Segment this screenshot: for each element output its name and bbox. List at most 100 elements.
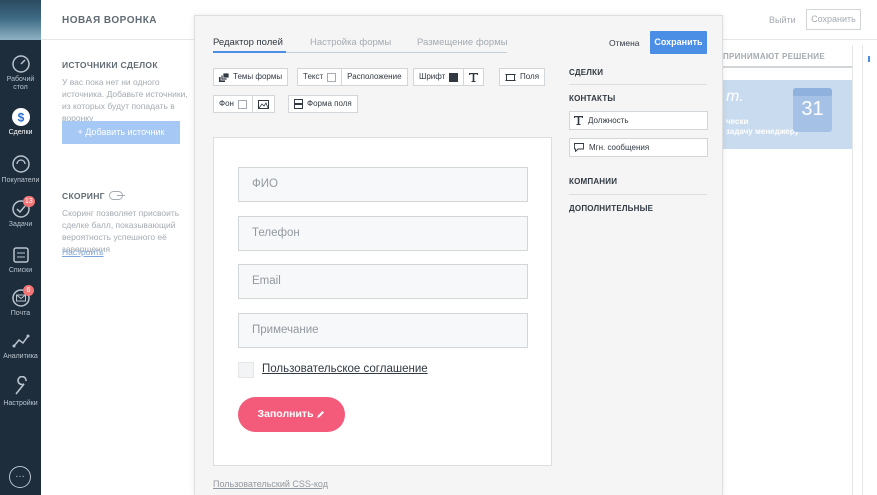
section-deals[interactable]: СДЕЛКИ (569, 68, 603, 77)
field-shape-button[interactable]: Форма поля (288, 95, 358, 113)
field-item-position[interactable]: Должность (569, 111, 708, 130)
promo-card-title: m. (726, 88, 744, 105)
tasks-badge: 13 (23, 196, 35, 207)
themes-button[interactable]: Темы формы (213, 68, 289, 86)
nav-label: Списки (8, 267, 33, 274)
tab-form-settings[interactable]: Настройка формы (310, 37, 391, 48)
nav-label: Почта (10, 310, 31, 317)
customers-icon (11, 155, 30, 173)
name-field[interactable]: ФИО (238, 167, 528, 202)
field-item-messengers[interactable]: Мгн. сообщения (569, 138, 708, 157)
background-label: Фон (219, 99, 234, 108)
phone-field[interactable]: Телефон (238, 216, 528, 251)
nav-item-mail[interactable]: 6 Почта (0, 285, 41, 318)
fields-label: Поля (520, 72, 540, 81)
next-column-marker (868, 56, 874, 62)
layout-label: Расположение (347, 72, 402, 81)
dashboard-icon (11, 55, 30, 73)
scoring-title: СКОРИНГ (62, 191, 105, 201)
chat-icon[interactable]: … (9, 466, 31, 488)
add-source-button[interactable]: + Добавить источник (62, 121, 180, 144)
svg-text:$: $ (17, 111, 24, 125)
decision-column-title: ПРИНИМАЮТ РЕШЕНИЕ (723, 52, 825, 61)
tab-form-placement[interactable]: Размещение формы (417, 37, 508, 48)
field-shape-label: Форма поля (307, 99, 352, 108)
field-shape-icon (294, 99, 303, 109)
page-title: НОВАЯ ВОРОНКА (62, 15, 158, 26)
image-icon (257, 99, 269, 109)
chat-bubble-icon (574, 143, 584, 152)
left-nav: Рабочий стол $ Сделки Покупатели 13 Зада… (0, 0, 41, 495)
note-field[interactable]: Примечание (238, 313, 528, 348)
nav-label: Задачи (8, 221, 33, 228)
nav-item-customers[interactable]: Покупатели (0, 153, 41, 185)
nav-label: Рабочий стол (6, 76, 35, 91)
font-style-button[interactable] (463, 69, 483, 85)
field-frame-icon (505, 73, 516, 81)
text-type-icon (574, 116, 583, 125)
nav-item-analytics[interactable]: Аналитика (0, 331, 41, 361)
deals-icon: $ (11, 108, 30, 126)
calendar-day: 31 (801, 98, 824, 120)
agreement-link[interactable]: Пользовательское соглашение (262, 363, 428, 375)
mail-badge: 6 (23, 285, 34, 296)
sources-title: ИСТОЧНИКИ СДЕЛОК (62, 60, 158, 70)
configure-link[interactable]: Настроить (62, 247, 104, 257)
cancel-button[interactable]: Отмена (609, 38, 640, 48)
email-field[interactable]: Email (238, 264, 528, 299)
field-item-label: Мгн. сообщения (589, 143, 650, 152)
lists-icon (12, 247, 29, 263)
settings-icon (14, 376, 27, 395)
active-tab-indicator (213, 51, 286, 53)
background-color-swatch (237, 99, 247, 109)
nav-item-settings[interactable]: Настройки (0, 376, 41, 408)
font-color-button[interactable]: Шрифт (414, 69, 463, 85)
text-label: Текст (303, 72, 324, 81)
section-contacts[interactable]: КОНТАКТЫ (569, 94, 615, 103)
nav-label: Настройки (3, 400, 38, 407)
font-label: Шрифт (419, 72, 446, 81)
nav-logo-area (0, 0, 41, 40)
background-image-button[interactable] (251, 96, 274, 112)
analytics-icon (12, 334, 29, 348)
pencil-icon (317, 410, 325, 418)
background-save-button[interactable]: Сохранить (806, 9, 861, 30)
layout-button[interactable]: Расположение (341, 69, 406, 85)
text-type-icon (469, 72, 479, 82)
calendar-top (793, 88, 832, 96)
submit-label: Заполнить (257, 408, 314, 420)
toggle-line (117, 195, 125, 196)
exit-link[interactable]: Выйти (769, 15, 796, 25)
next-column (862, 45, 877, 495)
agreement-checkbox[interactable] (238, 362, 254, 378)
nav-item-lists[interactable]: Списки (0, 245, 41, 275)
nav-item-dashboard[interactable]: Рабочий стол (0, 54, 41, 92)
themes-label: Темы формы (233, 72, 283, 81)
background-group: Фон (213, 95, 275, 113)
field-item-label: Должность (588, 116, 629, 125)
font-color-swatch (449, 72, 459, 82)
nav-label: Сделки (8, 129, 33, 136)
fields-button[interactable]: Поля (499, 68, 546, 86)
save-button[interactable]: Сохранить (650, 31, 707, 54)
layers-icon (219, 72, 229, 82)
nav-label: Аналитика (3, 353, 38, 360)
column-divider (852, 45, 853, 495)
custom-css-link[interactable]: Пользовательский CSS-код (213, 479, 328, 489)
section-additional[interactable]: ДОПОЛНИТЕЛЬНЫЕ (569, 204, 653, 213)
sources-text: У вас пока нет ни одного источника. Доба… (62, 77, 188, 123)
text-color-swatch (327, 72, 337, 82)
nav-item-deals[interactable]: $ Сделки (0, 107, 41, 137)
font-group: Шрифт (413, 68, 485, 86)
nav-label: Покупатели (1, 177, 40, 184)
nav-item-tasks[interactable]: 13 Задачи (0, 196, 41, 229)
section-divider (569, 84, 707, 85)
section-companies[interactable]: КОМПАНИИ (569, 177, 617, 186)
background-color-button[interactable]: Фон (214, 96, 252, 112)
submit-button[interactable]: Заполнить (238, 397, 345, 432)
section-divider (569, 194, 707, 195)
tab-field-editor[interactable]: Редактор полей (213, 37, 283, 48)
text-color-button[interactable]: Текст (298, 69, 341, 85)
promo-card-text: чески задачу менеджеру (726, 117, 799, 136)
text-layout-group: Текст Расположение (297, 68, 408, 86)
